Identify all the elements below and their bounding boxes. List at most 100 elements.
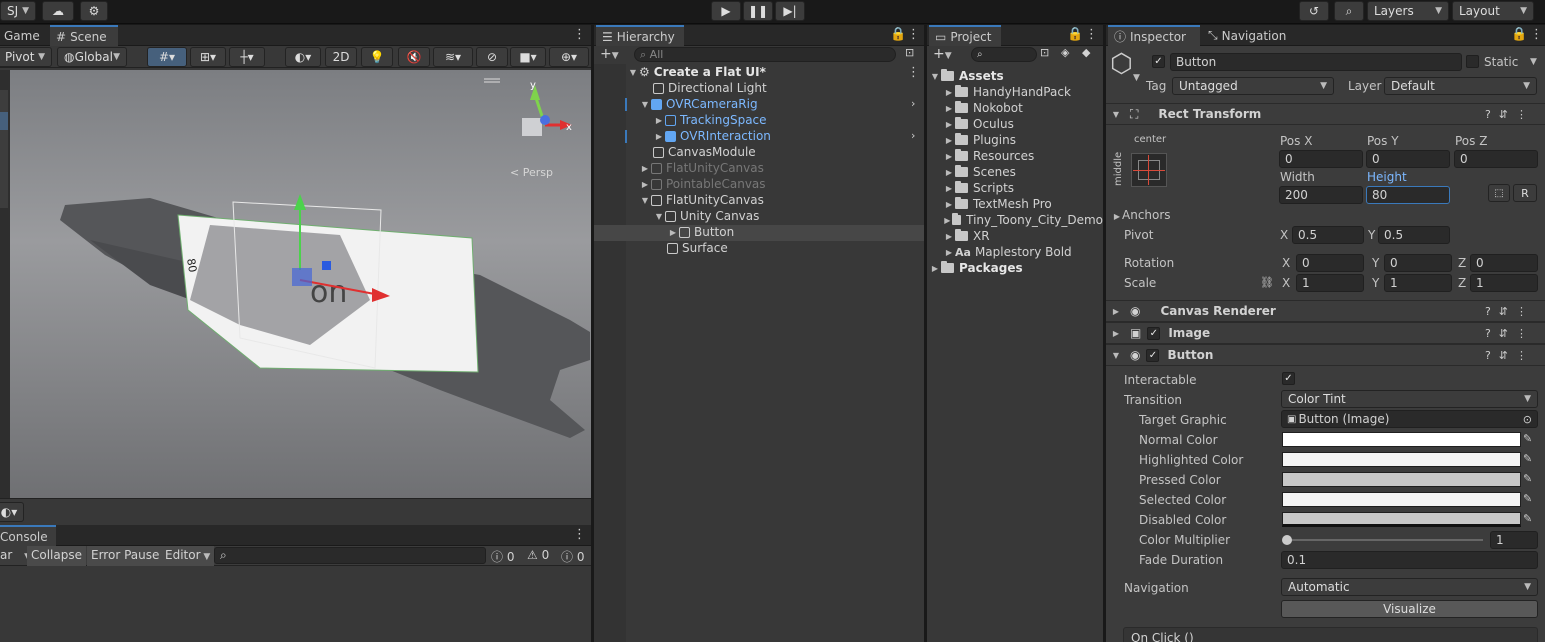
height-field[interactable]: 80 xyxy=(1366,186,1450,204)
list-item[interactable]: ▶ PointableCanvas xyxy=(639,176,766,192)
fade-duration-field[interactable]: 0.1 xyxy=(1281,551,1538,569)
2d-toggle[interactable]: 2D xyxy=(325,47,357,67)
list-item[interactable]: ▶ Scripts xyxy=(943,180,1014,196)
rotation-z-field[interactable]: 0 xyxy=(1470,254,1538,272)
pos-z-field[interactable]: 0 xyxy=(1454,150,1538,168)
list-item[interactable]: ▶ Aa Maplestory Bold xyxy=(943,244,1072,260)
list-item[interactable]: ▼ Unity Canvas xyxy=(653,208,759,224)
lighting-toggle[interactable]: 💡 xyxy=(361,47,393,67)
list-item[interactable]: ▶ Scenes xyxy=(943,164,1016,180)
layout-dropdown[interactable]: Layout ▼ xyxy=(1452,1,1534,21)
anchors-foldout[interactable]: ▶ Anchors xyxy=(1112,208,1171,222)
chevron-right-icon[interactable]: › xyxy=(911,129,915,142)
pos-x-field[interactable]: 0 xyxy=(1279,150,1363,168)
target-graphic-field[interactable]: ▣ Button (Image) ⊙ xyxy=(1281,410,1538,428)
step-button[interactable]: ▶| xyxy=(775,1,805,21)
add-button[interactable]: +▼ xyxy=(600,46,619,62)
list-item[interactable]: ▶ TextMesh Pro xyxy=(943,196,1052,212)
pressed-color-swatch[interactable] xyxy=(1282,472,1521,487)
more-icon[interactable]: ⋮ xyxy=(1085,27,1098,42)
scene-viewport[interactable]: on 80 y x < Persp xyxy=(10,70,591,498)
tab-inspector[interactable]: ⓘ Inspector xyxy=(1108,25,1200,46)
list-item[interactable]: ▼ Assets xyxy=(929,68,1004,84)
account-dropdown[interactable]: SJ ▼ xyxy=(0,1,36,21)
console-search-input[interactable]: ⌕ xyxy=(214,547,486,564)
navigation-dropdown[interactable]: Automatic ▼ xyxy=(1281,578,1538,596)
tab-scene[interactable]: # Scene xyxy=(50,25,118,46)
audio-toggle[interactable]: 🔇 xyxy=(398,47,430,67)
selected-color-swatch[interactable] xyxy=(1282,492,1521,507)
object-name-input[interactable]: Button xyxy=(1170,53,1462,71)
lock-icon[interactable]: 🔒 xyxy=(1067,27,1083,42)
persp-label[interactable]: < Persp xyxy=(510,166,553,179)
lock-icon[interactable]: 🔒 xyxy=(1511,27,1527,42)
rotation-y-field[interactable]: 0 xyxy=(1384,254,1452,272)
tab-console[interactable]: Console xyxy=(0,525,56,546)
gizmos-dropdown[interactable]: ⊕▾ xyxy=(549,47,589,67)
onclick-event-list[interactable]: On Click () xyxy=(1123,627,1538,642)
canvas-renderer-header[interactable]: ▶ ◉ Canvas Renderer ?⇵⋮ xyxy=(1106,300,1545,322)
error-count[interactable]: ⓘ 0 xyxy=(561,548,584,565)
create-button[interactable]: +▼ xyxy=(933,46,952,62)
tag-dropdown[interactable]: Untagged ▼ xyxy=(1172,77,1334,95)
rect-tool-button[interactable] xyxy=(0,112,8,130)
scale-x-field[interactable]: 1 xyxy=(1296,274,1364,292)
pivot-y-field[interactable]: 0.5 xyxy=(1378,226,1450,244)
eyedropper-icon[interactable]: ✎ xyxy=(1523,492,1537,507)
gizmo-z-handle[interactable] xyxy=(322,261,331,270)
more-icon[interactable]: ⋮ xyxy=(907,27,920,42)
eyedropper-icon[interactable]: ✎ xyxy=(1523,452,1537,467)
list-item[interactable]: ▼ FlatUnityCanvas xyxy=(639,192,764,208)
color-multiplier-slider[interactable] xyxy=(1282,535,1483,545)
normal-color-swatch[interactable] xyxy=(1282,432,1521,447)
list-item[interactable]: ▶ HandyHandPack xyxy=(943,84,1071,100)
visualize-button[interactable]: Visualize xyxy=(1281,600,1538,618)
lock-icon[interactable]: 🔒 xyxy=(890,27,906,42)
overlay-menu-button[interactable]: ◐▾ xyxy=(0,502,24,522)
chevron-down-icon[interactable]: ▼ xyxy=(1133,73,1140,83)
list-item[interactable]: ▶ Button xyxy=(667,224,734,240)
camera-dropdown[interactable]: ■▾ xyxy=(510,47,546,67)
component-header-icons[interactable]: ?⇵⋮ xyxy=(1485,305,1535,318)
more-icon[interactable]: ⋮ xyxy=(907,65,920,80)
favorite-icon[interactable]: ◆ xyxy=(1082,46,1090,59)
grid-snap-button[interactable]: #▾ xyxy=(147,47,187,67)
gizmo-y-arrow[interactable] xyxy=(294,194,306,210)
tab-project[interactable]: ▭ Project xyxy=(929,25,1001,46)
raw-edit-button[interactable]: R xyxy=(1513,184,1537,202)
cloud-button[interactable]: ☁ xyxy=(42,1,74,21)
hierarchy-search-input[interactable]: ⌕ All xyxy=(634,47,896,62)
list-item[interactable]: ▶ OVRInteraction xyxy=(653,128,771,144)
gizmo-plane-handle[interactable] xyxy=(292,268,312,286)
eyedropper-icon[interactable]: ✎ xyxy=(1523,472,1537,487)
editor-dropdown[interactable]: Editor ▼ xyxy=(161,546,215,566)
link-scale-icon[interactable]: ⛓ xyxy=(1260,276,1274,289)
pause-button[interactable]: ❚❚ xyxy=(743,1,773,21)
rotation-x-field[interactable]: 0 xyxy=(1296,254,1364,272)
list-item[interactable]: Surface xyxy=(667,240,728,256)
component-header-icons[interactable]: ?⇵⋮ xyxy=(1485,108,1535,121)
history-button[interactable]: ↺ xyxy=(1299,1,1329,21)
pivot-dropdown[interactable]: Pivot ▼ xyxy=(0,47,52,67)
layers-dropdown[interactable]: Layers ▼ xyxy=(1367,1,1449,21)
shading-mode-button[interactable]: ◐▾ xyxy=(285,47,321,67)
project-search-input[interactable]: ⌕ xyxy=(971,47,1037,62)
list-item[interactable]: ▶ TrackingSpace xyxy=(653,112,767,128)
search-button[interactable]: ⌕ xyxy=(1334,1,1364,21)
static-checkbox[interactable] xyxy=(1466,55,1479,68)
list-item[interactable]: ▼ OVRCameraRig xyxy=(639,96,758,112)
button-enabled-checkbox[interactable]: ✓ xyxy=(1146,348,1160,362)
component-header-icons[interactable]: ?⇵⋮ xyxy=(1485,327,1535,340)
chevron-down-icon[interactable]: ▼ xyxy=(1530,57,1537,67)
pivot-x-field[interactable]: 0.5 xyxy=(1292,226,1364,244)
rect-transform-header[interactable]: ▼ ⛶ Rect Transform ?⇵⋮ xyxy=(1106,103,1545,125)
image-enabled-checkbox[interactable]: ✓ xyxy=(1147,326,1161,340)
collab-button[interactable]: ⚙ xyxy=(80,1,108,21)
pos-y-field[interactable]: 0 xyxy=(1366,150,1450,168)
layer-dropdown[interactable]: Default ▼ xyxy=(1384,77,1537,95)
chevron-right-icon[interactable]: › xyxy=(911,97,915,110)
more-icon[interactable]: ⋮ xyxy=(1530,27,1543,42)
more-icon[interactable]: ⋮ xyxy=(573,27,586,42)
list-item[interactable]: ▶ Tiny_Toony_City_Demo xyxy=(943,212,1103,228)
list-item[interactable]: ▶ Oculus xyxy=(943,116,1014,132)
